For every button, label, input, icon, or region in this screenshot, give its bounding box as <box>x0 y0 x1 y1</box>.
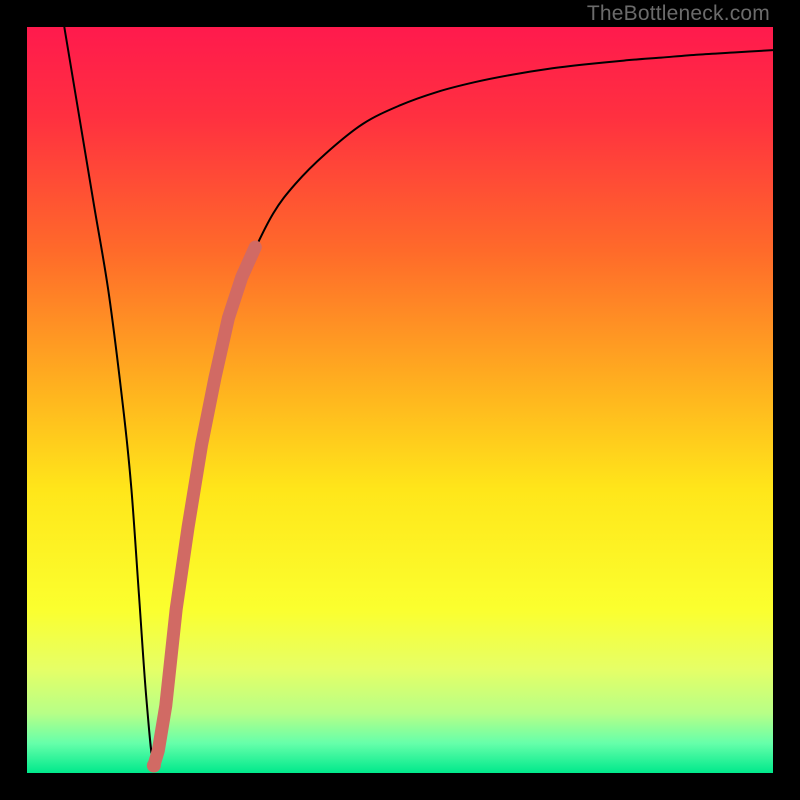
chart-frame: TheBottleneck.com <box>0 0 800 800</box>
curve-layer <box>27 27 773 773</box>
highlight-marker <box>154 247 255 765</box>
plot-area <box>27 27 773 773</box>
watermark-text: TheBottleneck.com <box>587 2 770 26</box>
optimum-dot <box>147 759 161 773</box>
